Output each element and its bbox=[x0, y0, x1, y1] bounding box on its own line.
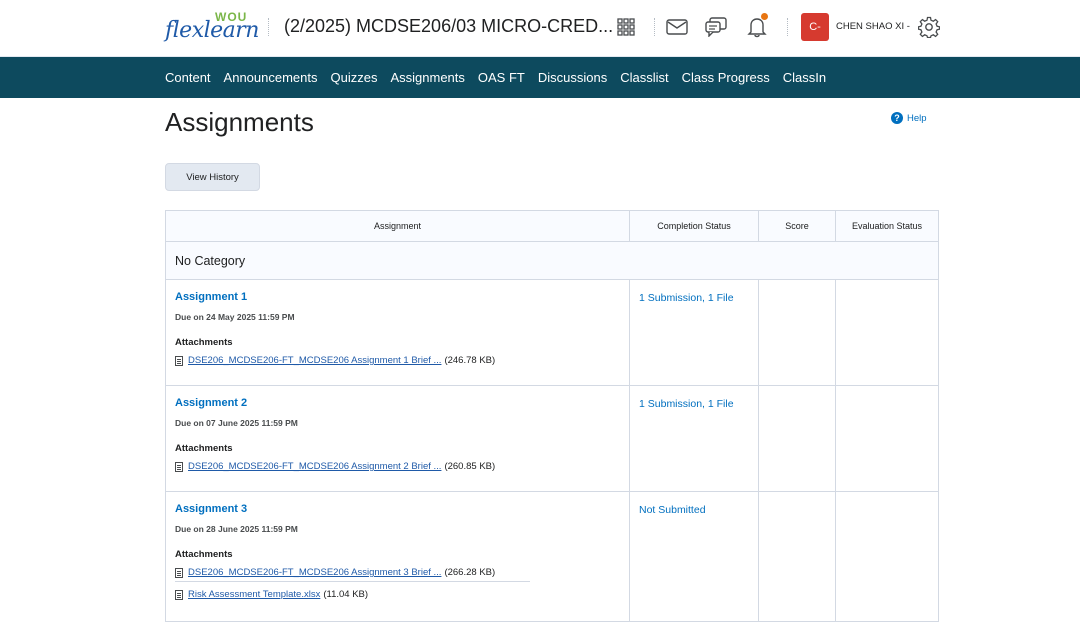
flexlearn-logo[interactable]: WOU flexlearn bbox=[165, 10, 260, 43]
attachment-link[interactable]: DSE206_MCDSE206-FT_MCDSE206 Assignment 2… bbox=[188, 461, 441, 472]
attachment-link[interactable]: Risk Assessment Template.xlsx bbox=[188, 589, 320, 600]
score-cell bbox=[759, 386, 836, 491]
nav-classlist[interactable]: Classlist bbox=[620, 70, 668, 85]
assignment-cell: Assignment 3 Due on 28 June 2025 11:59 P… bbox=[166, 492, 630, 621]
assignment-title-link[interactable]: Assignment 3 bbox=[175, 503, 620, 515]
assignment-cell: Assignment 2 Due on 07 June 2025 11:59 P… bbox=[166, 386, 630, 491]
completion-status-cell: 1 Submission, 1 File bbox=[630, 386, 759, 491]
attachments-label: Attachments bbox=[175, 337, 233, 348]
nav-announcements[interactable]: Announcements bbox=[224, 70, 318, 85]
nav-discussions[interactable]: Discussions bbox=[538, 70, 607, 85]
file-icon bbox=[175, 567, 183, 578]
logo-text: flexlearn bbox=[165, 18, 259, 43]
completion-status-cell: Not Submitted bbox=[630, 492, 759, 621]
file-size: (260.85 KB) bbox=[444, 461, 496, 472]
attachment-item: Risk Assessment Template.xlsx (11.04 KB) bbox=[175, 589, 620, 600]
file-size: (246.78 KB) bbox=[444, 355, 496, 366]
completion-status-cell: 1 Submission, 1 File bbox=[630, 280, 759, 385]
user-name[interactable]: CHEN SHAO XI - bbox=[836, 21, 910, 32]
nav-quizzes[interactable]: Quizzes bbox=[331, 70, 378, 85]
attachment-link[interactable]: DSE206_MCDSE206-FT_MCDSE206 Assignment 3… bbox=[188, 567, 441, 578]
assignment-cell: Assignment 1 Due on 24 May 2025 11:59 PM… bbox=[166, 280, 630, 385]
help-link[interactable]: ? Help bbox=[891, 112, 927, 124]
notification-dot bbox=[761, 13, 768, 20]
column-header-assignment: Assignment bbox=[166, 211, 630, 241]
assignments-table: Assignment Completion Status Score Evalu… bbox=[165, 210, 939, 622]
file-size: (11.04 KB) bbox=[323, 589, 369, 600]
nav-assignments[interactable]: Assignments bbox=[390, 70, 464, 85]
attachment-item: DSE206_MCDSE206-FT_MCDSE206 Assignment 3… bbox=[175, 567, 530, 582]
submission-status-link[interactable]: Not Submitted bbox=[639, 504, 706, 516]
page-title: Assignments bbox=[165, 107, 314, 137]
due-date: Due on 07 June 2025 11:59 PM bbox=[175, 418, 298, 428]
table-header-row: Assignment Completion Status Score Evalu… bbox=[166, 211, 938, 242]
course-title[interactable]: (2/2025) MCDSE206/03 MICRO-CRED... bbox=[284, 16, 613, 37]
table-row: Assignment 3 Due on 28 June 2025 11:59 P… bbox=[166, 492, 938, 622]
view-history-button[interactable]: View History bbox=[165, 163, 260, 191]
mail-icon[interactable] bbox=[664, 14, 690, 40]
header-divider bbox=[268, 18, 269, 36]
assignment-title-link[interactable]: Assignment 2 bbox=[175, 397, 620, 409]
column-header-completion-status: Completion Status bbox=[630, 211, 759, 241]
file-icon bbox=[175, 461, 183, 472]
help-icon: ? bbox=[891, 112, 903, 124]
avatar[interactable]: C- bbox=[801, 13, 829, 41]
attachment-link[interactable]: DSE206_MCDSE206-FT_MCDSE206 Assignment 1… bbox=[188, 355, 441, 366]
top-header: WOU flexlearn (2/2025) MCDSE206/03 MICRO… bbox=[0, 0, 1080, 57]
attachments-label: Attachments bbox=[175, 549, 233, 560]
category-row: No Category bbox=[166, 242, 938, 280]
attachments-label: Attachments bbox=[175, 443, 233, 454]
due-date: Due on 28 June 2025 11:59 PM bbox=[175, 524, 298, 534]
evaluation-status-cell bbox=[836, 492, 938, 621]
chat-icon[interactable] bbox=[703, 14, 729, 40]
nav-classin[interactable]: ClassIn bbox=[783, 70, 826, 85]
nav-class-progress[interactable]: Class Progress bbox=[682, 70, 770, 85]
file-size: (266.28 KB) bbox=[444, 567, 496, 578]
column-header-score: Score bbox=[759, 211, 836, 241]
table-row: Assignment 1 Due on 24 May 2025 11:59 PM… bbox=[166, 280, 938, 386]
attachment-item: DSE206_MCDSE206-FT_MCDSE206 Assignment 2… bbox=[175, 461, 620, 472]
score-cell bbox=[759, 280, 836, 385]
submission-status-link[interactable]: 1 Submission, 1 File bbox=[639, 292, 734, 304]
table-row: Assignment 2 Due on 07 June 2025 11:59 P… bbox=[166, 386, 938, 492]
file-icon bbox=[175, 589, 183, 600]
nav-oas-ft[interactable]: OAS FT bbox=[478, 70, 525, 85]
header-divider bbox=[787, 18, 788, 36]
evaluation-status-cell bbox=[836, 280, 938, 385]
apps-grid-icon[interactable] bbox=[613, 14, 639, 40]
course-navbar: Content Announcements Quizzes Assignment… bbox=[0, 57, 1080, 98]
header-divider bbox=[654, 18, 655, 36]
due-date: Due on 24 May 2025 11:59 PM bbox=[175, 312, 295, 322]
score-cell bbox=[759, 492, 836, 621]
nav-content[interactable]: Content bbox=[165, 70, 211, 85]
file-icon bbox=[175, 355, 183, 366]
bell-icon[interactable] bbox=[744, 13, 770, 40]
attachment-item: DSE206_MCDSE206-FT_MCDSE206 Assignment 1… bbox=[175, 355, 620, 366]
assignment-title-link[interactable]: Assignment 1 bbox=[175, 291, 620, 303]
column-header-evaluation-status: Evaluation Status bbox=[851, 221, 923, 231]
help-label: Help bbox=[907, 112, 927, 124]
submission-status-link[interactable]: 1 Submission, 1 File bbox=[639, 398, 734, 410]
gear-icon[interactable] bbox=[916, 14, 942, 40]
evaluation-status-cell bbox=[836, 386, 938, 491]
